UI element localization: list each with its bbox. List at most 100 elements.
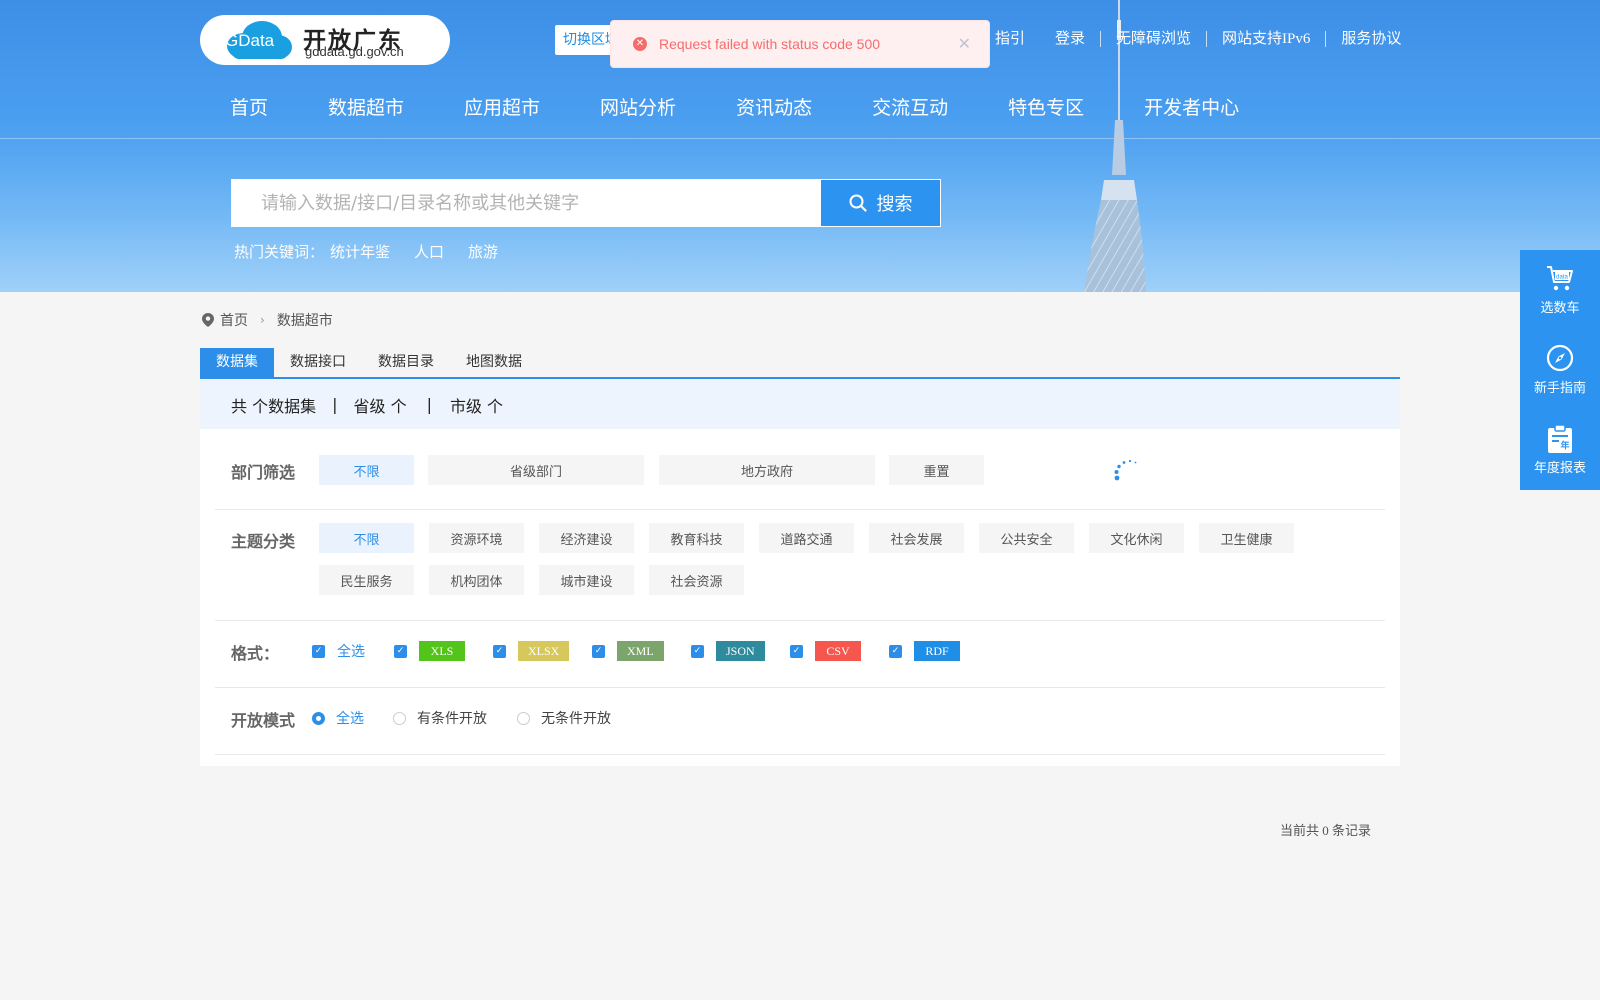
hot-keywords-label: 热门关键词： xyxy=(234,243,325,261)
radio-label: 有条件开放 xyxy=(417,711,487,727)
format-option-xlsx[interactable]: ✓ XLSX xyxy=(493,641,570,661)
format-tag: XLS xyxy=(419,641,465,661)
hot-keyword[interactable]: 旅游 xyxy=(468,241,498,262)
radio-label: 无条件开放 xyxy=(541,711,611,727)
stats-total: 共 个数据集 xyxy=(231,396,317,416)
top-links: 指引 登录 无障碍浏览 网站支持IPv6 服务协议 xyxy=(980,28,1416,50)
format-tag: XML xyxy=(617,641,664,661)
stats-city: 市级 个 xyxy=(449,396,504,416)
site-logo[interactable]: GData 开放广东 gddata.gd.gov.cn xyxy=(200,15,450,65)
accessibility-link[interactable]: 无障碍浏览 xyxy=(1101,28,1206,50)
checkbox-checked-icon: ✓ xyxy=(790,644,803,658)
format-tag: JSON xyxy=(716,641,765,661)
topic-option[interactable]: 民生服务 xyxy=(319,565,414,595)
format-tag: RDF xyxy=(914,641,960,661)
format-option-json[interactable]: ✓ JSON xyxy=(691,641,765,661)
open-mode-unconditional-radio[interactable]: 无条件开放 xyxy=(517,708,611,728)
side-item-label: 选数车 xyxy=(1540,301,1580,316)
topic-option[interactable]: 社会资源 xyxy=(649,565,744,595)
loading-spinner-icon xyxy=(1114,459,1137,481)
side-item-label: 年度报表 xyxy=(1533,461,1586,476)
beginner-guide-button[interactable]: 新手指南 xyxy=(1520,330,1600,410)
filter-panel: 共 个数据集 | 省级 个 | 市级 个 部门筛选 不限 省级部门 地方政府 重… xyxy=(200,380,1400,766)
dept-option-province[interactable]: 省级部门 xyxy=(428,455,644,485)
search-icon xyxy=(849,194,867,212)
checkbox-checked-icon: ✓ xyxy=(889,644,902,658)
search-button[interactable]: 搜索 xyxy=(820,179,941,227)
chevron-right-icon: › xyxy=(260,313,265,327)
svg-text:data: data xyxy=(1556,275,1568,281)
topic-option[interactable]: 不限 xyxy=(319,523,414,553)
topic-option[interactable]: 城市建设 xyxy=(539,565,634,595)
nav-special-zone[interactable]: 特色专区 xyxy=(1008,94,1084,122)
topic-option[interactable]: 经济建设 xyxy=(539,523,634,553)
login-link[interactable]: 登录 xyxy=(1040,28,1100,50)
topic-option[interactable]: 文化休闲 xyxy=(1089,523,1184,553)
error-icon: ✕ xyxy=(633,37,647,51)
dept-reset-button[interactable]: 重置 xyxy=(889,455,984,485)
tab-data-apis[interactable]: 数据接口 xyxy=(274,348,362,377)
nav-site-analysis[interactable]: 网站分析 xyxy=(600,94,676,122)
format-option-rdf[interactable]: ✓ RDF xyxy=(889,641,960,661)
radio-icon xyxy=(393,711,406,725)
hot-keyword[interactable]: 人口 xyxy=(414,241,444,262)
stats-province: 省级 个 xyxy=(353,396,407,416)
dept-option-local-gov[interactable]: 地方政府 xyxy=(659,455,875,485)
service-agreement-link[interactable]: 服务协议 xyxy=(1326,28,1416,50)
nav-interaction[interactable]: 交流互动 xyxy=(872,94,948,122)
hot-keywords: 热门关键词： 统计年鉴 人口 旅游 xyxy=(234,241,522,262)
checkbox-checked-icon: ✓ xyxy=(592,644,605,658)
open-mode-label: 开放模式 xyxy=(231,711,296,730)
open-mode-conditional-radio[interactable]: 有条件开放 xyxy=(393,708,487,728)
side-item-label: 新手指南 xyxy=(1533,381,1586,396)
open-mode-all-radio[interactable]: 全选 xyxy=(312,708,364,728)
format-all-label: 全选 xyxy=(337,644,365,660)
svg-text:年: 年 xyxy=(1560,440,1569,452)
nav-developer-center[interactable]: 开发者中心 xyxy=(1144,94,1239,122)
topic-option[interactable]: 教育科技 xyxy=(649,523,744,553)
hot-keyword[interactable]: 统计年鉴 xyxy=(330,241,390,262)
radio-selected-icon xyxy=(312,711,325,725)
annual-report-button[interactable]: 年 年度报表 xyxy=(1520,410,1600,490)
nav-news[interactable]: 资讯动态 xyxy=(736,94,812,122)
format-select-all[interactable]: ✓ 全选 xyxy=(312,641,365,661)
topic-filter-row: 主题分类 不限 资源环境 经济建设 教育科技 道路交通 社会发展 公共安全 文化… xyxy=(215,510,1385,621)
dataset-stats: 共 个数据集 | 省级 个 | 市级 个 xyxy=(200,380,1400,429)
nav-data-market[interactable]: 数据超市 xyxy=(328,94,404,122)
topic-option[interactable]: 道路交通 xyxy=(759,523,854,553)
tab-datasets[interactable]: 数据集 xyxy=(200,348,274,377)
format-option-xml[interactable]: ✓ XML xyxy=(592,641,664,661)
topic-option[interactable]: 资源环境 xyxy=(429,523,524,553)
open-mode-row: 开放模式 全选 有条件开放 无条件开放 xyxy=(215,688,1385,755)
format-tag: XLSX xyxy=(518,641,570,661)
breadcrumb: 首页 › 数据超市 xyxy=(202,310,333,330)
dept-filter-label: 部门筛选 xyxy=(231,463,296,482)
tab-data-catalog[interactable]: 数据目录 xyxy=(362,348,450,377)
checkbox-checked-icon: ✓ xyxy=(493,644,506,658)
checkbox-checked-icon: ✓ xyxy=(691,644,704,658)
nav-app-market[interactable]: 应用超市 xyxy=(464,94,540,122)
topic-option[interactable]: 机构团体 xyxy=(429,565,524,595)
main-nav: 首页 数据超市 应用超市 网站分析 资讯动态 交流互动 特色专区 开发者中心 xyxy=(230,94,1299,122)
error-toast: ✕ Request failed with status code 500 ✕ xyxy=(610,20,990,68)
clipboard-report-icon: 年 xyxy=(1548,424,1572,453)
data-cart-button[interactable]: data 选数车 xyxy=(1520,250,1600,330)
nav-home[interactable]: 首页 xyxy=(230,94,268,122)
topic-filter-label: 主题分类 xyxy=(231,532,296,551)
topic-option[interactable]: 卫生健康 xyxy=(1199,523,1294,553)
format-option-csv[interactable]: ✓ CSV xyxy=(790,641,861,661)
error-message: Request failed with status code 500 xyxy=(659,36,881,52)
topic-option[interactable]: 社会发展 xyxy=(869,523,964,553)
checkbox-checked-icon: ✓ xyxy=(312,644,325,658)
stats-separator: | xyxy=(332,395,338,414)
radio-icon xyxy=(517,711,530,725)
side-float-panel: data 选数车 新手指南 年 年度报表 xyxy=(1520,250,1600,490)
tab-map-data[interactable]: 地图数据 xyxy=(450,348,538,377)
dept-option-any[interactable]: 不限 xyxy=(319,455,414,485)
topic-option[interactable]: 公共安全 xyxy=(979,523,1074,553)
breadcrumb-home[interactable]: 首页 xyxy=(220,310,248,330)
search-input[interactable] xyxy=(231,179,821,227)
close-icon[interactable]: ✕ xyxy=(958,34,971,53)
ipv6-link[interactable]: 网站支持IPv6 xyxy=(1207,28,1325,50)
format-option-xls[interactable]: ✓ XLS xyxy=(394,641,465,661)
